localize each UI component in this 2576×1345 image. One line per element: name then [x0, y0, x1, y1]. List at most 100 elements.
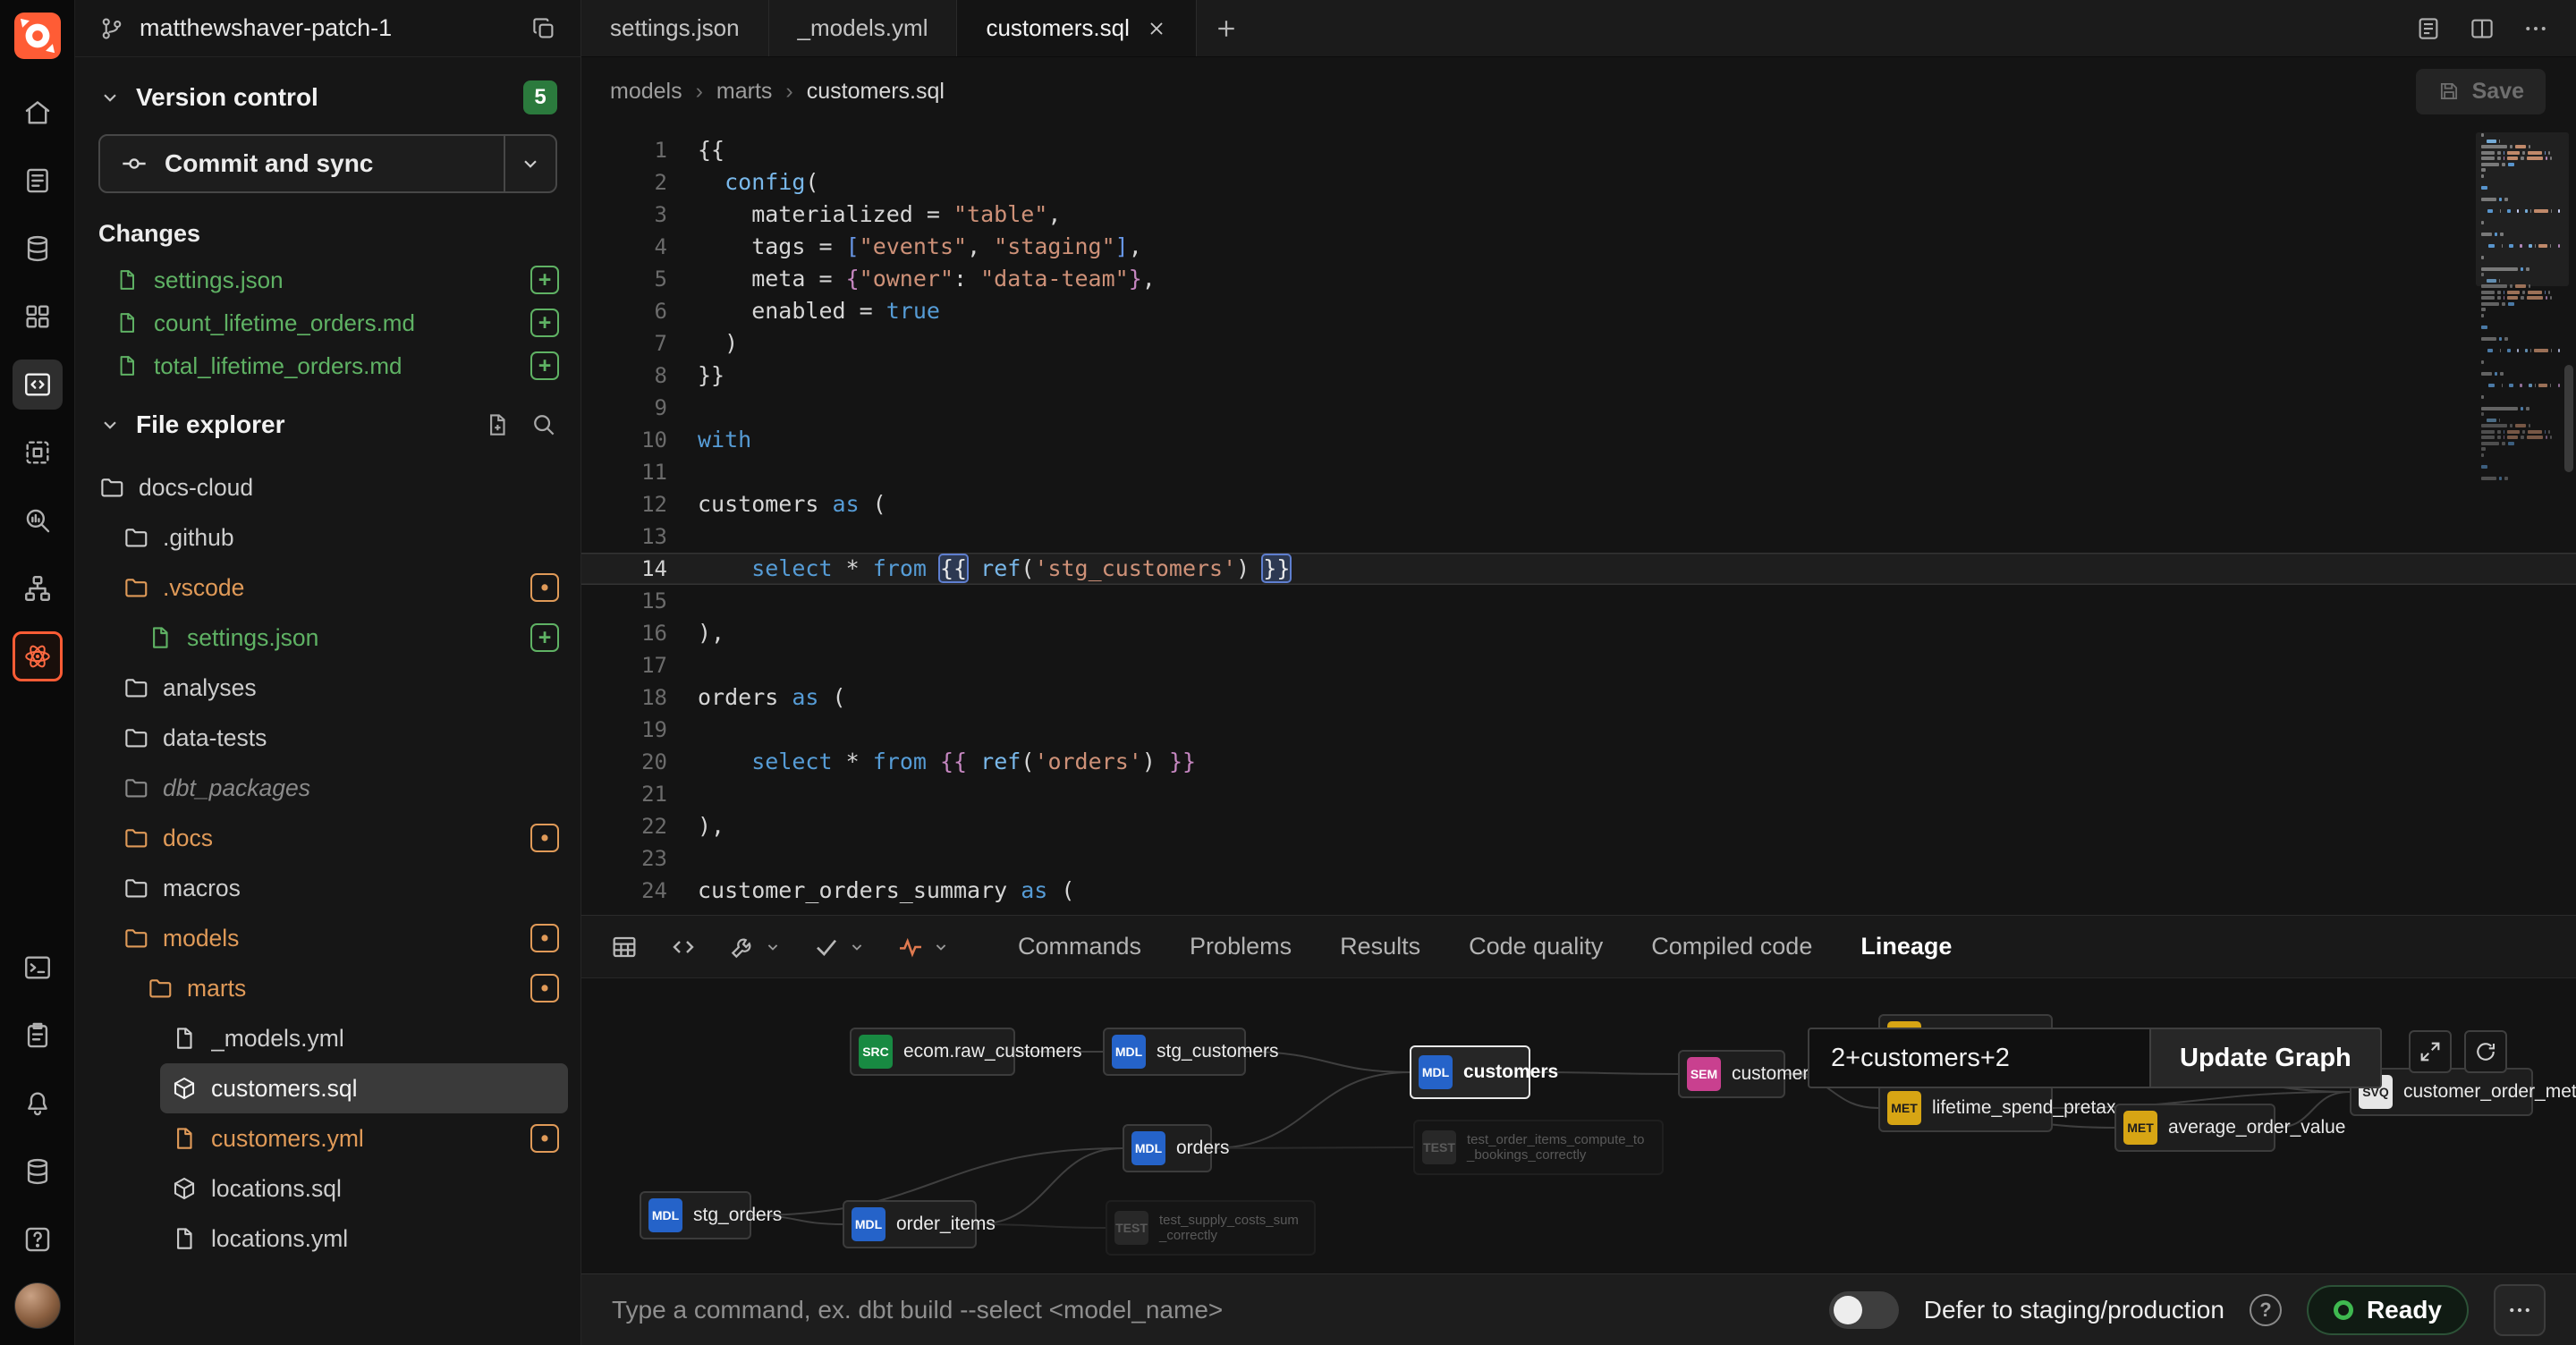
panel-tab-code-quality[interactable]: Code quality	[1469, 933, 1603, 960]
new-tab-button[interactable]	[1197, 0, 1256, 56]
status-badge[interactable]: Ready	[2307, 1285, 2469, 1335]
notifications-icon[interactable]	[13, 1079, 63, 1129]
explore-icon[interactable]	[13, 495, 63, 546]
code-line-11[interactable]: 11	[581, 456, 2576, 488]
home-icon[interactable]	[13, 88, 63, 138]
extensions-icon[interactable]	[13, 427, 63, 478]
code-line-9[interactable]: 9	[581, 392, 2576, 424]
code-line-2[interactable]: 2 config(	[581, 166, 2576, 199]
tree-item-.vscode[interactable]: .vscode•	[75, 563, 580, 613]
code-line-6[interactable]: 6 enabled = true	[581, 295, 2576, 327]
tree-item-locations.yml[interactable]: locations.yml	[75, 1214, 580, 1264]
code-line-22[interactable]: 22),	[581, 810, 2576, 842]
tree-item-.github[interactable]: .github	[75, 512, 580, 563]
panel-tab-compiled-code[interactable]: Compiled code	[1651, 933, 1812, 960]
lineage-node-test_order_items[interactable]: TEST test_order_items_compute_to_booking…	[1413, 1120, 1664, 1175]
lineage-selector-input[interactable]	[1808, 1028, 2149, 1088]
search-files-icon[interactable]	[530, 411, 557, 438]
code-editor[interactable]: 1{{ 2 config( 3 materialized = "table", …	[581, 125, 2576, 915]
code-line-3[interactable]: 3 materialized = "table",	[581, 199, 2576, 231]
lineage-node-test_supply_costs[interactable]: TEST test_supply_costs_sum_correctly	[1106, 1200, 1316, 1256]
close-icon[interactable]	[1146, 18, 1167, 39]
tree-item-locations.sql[interactable]: locations.sql	[75, 1163, 580, 1214]
tree-item-dbt_packages[interactable]: dbt_packages	[75, 763, 580, 813]
notebook-icon[interactable]	[13, 156, 63, 206]
tree-item-_models.yml[interactable]: _models.yml	[75, 1013, 580, 1063]
new-file-icon[interactable]	[484, 411, 511, 438]
breadcrumb-item[interactable]: customers.sql	[807, 79, 945, 104]
lineage-node-stg_orders[interactable]: MDL stg_orders	[640, 1191, 751, 1239]
copy-branch-icon[interactable]	[530, 15, 557, 42]
save-button[interactable]: Save	[2416, 69, 2546, 114]
semantic-layer-icon[interactable]	[13, 631, 63, 681]
split-editor-icon[interactable]	[2469, 15, 2496, 42]
tab-settings.json[interactable]: settings.json	[581, 0, 769, 56]
sql-tools-dropdown[interactable]	[728, 933, 782, 961]
deploy-icon[interactable]	[13, 563, 63, 613]
command-input[interactable]: Type a command, ex. dbt build --select <…	[612, 1296, 1804, 1324]
code-line-7[interactable]: 7 )	[581, 327, 2576, 360]
code-line-13[interactable]: 13	[581, 520, 2576, 553]
lint-dropdown[interactable]	[812, 933, 866, 961]
lineage-node-raw_customers[interactable]: SRC ecom.raw_customers	[850, 1028, 1015, 1076]
lineage-node-lifetime_spend_pretax[interactable]: MET lifetime_spend_pretax	[1878, 1084, 2053, 1132]
commit-options-caret[interactable]	[504, 136, 555, 191]
panel-tab-results[interactable]: Results	[1340, 933, 1420, 960]
data-icon[interactable]	[13, 1146, 63, 1197]
code-line-20[interactable]: 20 select * from {{ ref('orders') }}	[581, 746, 2576, 778]
help-icon[interactable]: ?	[2250, 1294, 2282, 1326]
tasks-icon[interactable]	[13, 1011, 63, 1061]
tree-item-analyses[interactable]: analyses	[75, 663, 580, 713]
avatar[interactable]	[14, 1282, 61, 1329]
tree-item-models[interactable]: models•	[75, 913, 580, 963]
dbt-logo-icon[interactable]	[13, 11, 63, 61]
results-table-button[interactable]	[610, 933, 639, 961]
tab-customers.sql[interactable]: customers.sql	[957, 0, 1196, 56]
commit-and-sync-button[interactable]: Commit and sync	[98, 134, 557, 193]
changed-file-row[interactable]: settings.json +	[75, 258, 580, 301]
file-explorer-header[interactable]: File explorer	[75, 387, 580, 455]
lineage-node-average_order_value[interactable]: MET average_order_value	[2114, 1104, 2275, 1152]
code-line-10[interactable]: 10with	[581, 424, 2576, 456]
refresh-graph-button[interactable]	[2464, 1030, 2507, 1073]
terminal-icon[interactable]	[13, 943, 63, 993]
changed-file-row[interactable]: count_lifetime_orders.md +	[75, 301, 580, 344]
breadcrumb-item[interactable]: models	[610, 79, 682, 104]
tab-_models.yml[interactable]: _models.yml	[769, 0, 958, 56]
code-line-12[interactable]: 12customers as (	[581, 488, 2576, 520]
code-line-16[interactable]: 16),	[581, 617, 2576, 649]
scrollbar-thumb[interactable]	[2564, 365, 2573, 472]
code-line-17[interactable]: 17	[581, 649, 2576, 681]
environments-icon[interactable]	[13, 224, 63, 274]
branch-row[interactable]: matthewshaver-patch-1	[75, 0, 580, 57]
tree-item-marts[interactable]: marts•	[75, 963, 580, 1013]
panel-tab-lineage[interactable]: Lineage	[1860, 933, 1952, 960]
code-line-8[interactable]: 8}}	[581, 360, 2576, 392]
code-line-18[interactable]: 18orders as (	[581, 681, 2576, 714]
help-icon[interactable]	[13, 1214, 63, 1265]
tree-item-customers.yml[interactable]: customers.yml•	[75, 1113, 580, 1163]
code-line-1[interactable]: 1{{	[581, 134, 2576, 166]
tree-item-customers.sql[interactable]: customers.sql	[160, 1063, 568, 1113]
code-preview-button[interactable]	[669, 933, 698, 961]
apps-icon[interactable]	[13, 292, 63, 342]
tree-item-macros[interactable]: macros	[75, 863, 580, 913]
lineage-node-customers_sem[interactable]: SEM customers	[1678, 1050, 1785, 1098]
fullscreen-button[interactable]	[2409, 1030, 2452, 1073]
code-line-24[interactable]: 24customer_orders_summary as (	[581, 875, 2576, 907]
lineage-node-stg_customers[interactable]: MDL stg_customers	[1103, 1028, 1246, 1076]
tree-item-docs[interactable]: docs•	[75, 813, 580, 863]
develop-icon[interactable]	[13, 360, 63, 410]
lineage-node-order_items[interactable]: MDL order_items	[843, 1200, 977, 1248]
outline-icon[interactable]	[2415, 15, 2442, 42]
code-line-14[interactable]: 14 select * from {{ ref('stg_customers')…	[581, 553, 2576, 585]
command-more-button[interactable]	[2494, 1284, 2546, 1336]
lineage-node-orders[interactable]: MDL orders	[1123, 1124, 1212, 1172]
panel-tab-problems[interactable]: Problems	[1190, 933, 1292, 960]
code-line-23[interactable]: 23	[581, 842, 2576, 875]
code-line-4[interactable]: 4 tags = ["events", "staging"],	[581, 231, 2576, 263]
update-graph-button[interactable]: Update Graph	[2149, 1028, 2382, 1088]
minimap[interactable]	[2481, 132, 2560, 481]
more-options-icon[interactable]	[2522, 15, 2549, 42]
code-line-5[interactable]: 5 meta = {"owner": "data-team"},	[581, 263, 2576, 295]
